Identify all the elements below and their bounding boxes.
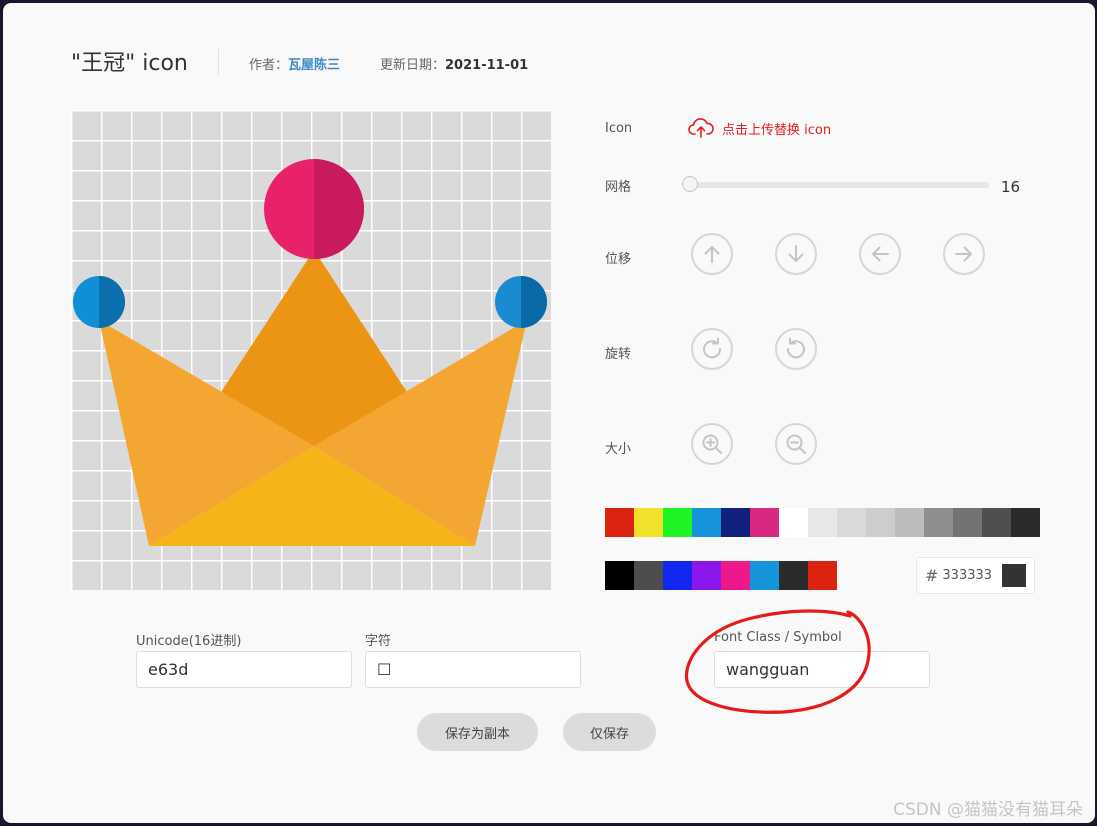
rotate-clockwise-icon [703,337,722,359]
color-preview [1002,564,1026,587]
color-swatch[interactable] [750,561,779,590]
red-annotation-ellipse [684,609,871,714]
color-swatch[interactable] [605,561,634,590]
date-value: 2021-11-01 [445,58,529,73]
save-only-button[interactable]: 仅保存 [563,713,656,751]
grid-value: 16 [1001,178,1021,196]
move-label: 位移 [605,252,632,267]
color-swatch[interactable] [663,561,692,590]
move-right-button[interactable] [943,233,985,275]
icon-edit-dialog: "王冠" icon 作者：瓦屋陈三 更新日期：2021-11-01 Icon 点… [3,3,1095,823]
icon-label: Icon [605,121,633,136]
rotate-counterclockwise-button[interactable] [775,328,817,370]
color-swatch[interactable] [721,508,750,537]
size-label: 大小 [605,442,632,457]
color-swatch[interactable] [924,508,953,537]
date-label: 更新日期： [380,58,446,73]
color-swatch[interactable] [982,508,1011,537]
grid-slider-thumb[interactable] [682,176,698,192]
watermark: CSDN @猫猫没有猫耳朵 [893,800,1083,820]
color-swatch[interactable] [1011,508,1040,537]
color-swatch[interactable] [605,508,634,537]
color-swatch[interactable] [953,508,982,537]
move-down-button[interactable] [775,233,817,275]
hash-symbol: # [925,566,939,585]
crown-icon [73,159,547,546]
upload-link[interactable]: 点击上传替换 icon [688,117,831,139]
hex-color-input[interactable]: # 333333 [916,557,1035,594]
color-swatch[interactable] [692,561,721,590]
color-swatch[interactable] [692,508,721,537]
color-swatch[interactable] [663,508,692,537]
color-swatch[interactable] [808,561,837,590]
color-swatch[interactable] [750,508,779,537]
save-as-copy-button[interactable]: 保存为副本 [417,713,538,751]
arrow-left-icon [872,246,889,262]
char-input[interactable]: ☐ [365,651,581,688]
cloud-upload-icon [688,118,714,138]
unicode-label: Unicode(16进制) [136,634,242,649]
color-swatch[interactable] [837,508,866,537]
zoom-in-button[interactable] [691,423,733,465]
char-label: 字符 [365,634,392,649]
hex-value: 333333 [942,568,993,583]
rotate-label: 旋转 [605,347,632,362]
icon-canvas[interactable] [71,110,551,590]
update-date: 更新日期：2021-11-01 [380,54,528,73]
grid-slider-track[interactable] [689,182,989,188]
zoom-out-button[interactable] [775,423,817,465]
color-swatch[interactable] [634,508,663,537]
rotate-clockwise-button[interactable] [691,328,733,370]
color-palette-row-1 [605,508,1040,537]
author-info: 作者：瓦屋陈三 [249,54,340,73]
unicode-input[interactable]: e63d [136,651,352,688]
color-swatch[interactable] [895,508,924,537]
zoom-in-icon [702,434,722,454]
author-label: 作者： [249,58,289,73]
arrow-right-icon [955,246,972,262]
color-swatch[interactable] [779,508,808,537]
move-up-button[interactable] [691,233,733,275]
color-swatch[interactable] [808,508,837,537]
zoom-out-icon [786,434,806,454]
color-swatch[interactable] [721,561,750,590]
author-link[interactable]: 瓦屋陈三 [288,58,340,73]
color-swatch[interactable] [866,508,895,537]
page-title: "王冠" icon [71,51,188,76]
color-swatch[interactable] [634,561,663,590]
arrow-down-icon [788,245,804,262]
arrow-up-icon [704,246,720,263]
move-left-button[interactable] [859,233,901,275]
upload-text: 点击上传替换 icon [722,122,832,138]
color-swatch[interactable] [779,561,808,590]
header-divider [218,49,219,75]
grid-label: 网格 [605,180,632,195]
color-palette-row-2 [605,561,837,590]
rotate-counterclockwise-icon [786,337,805,359]
